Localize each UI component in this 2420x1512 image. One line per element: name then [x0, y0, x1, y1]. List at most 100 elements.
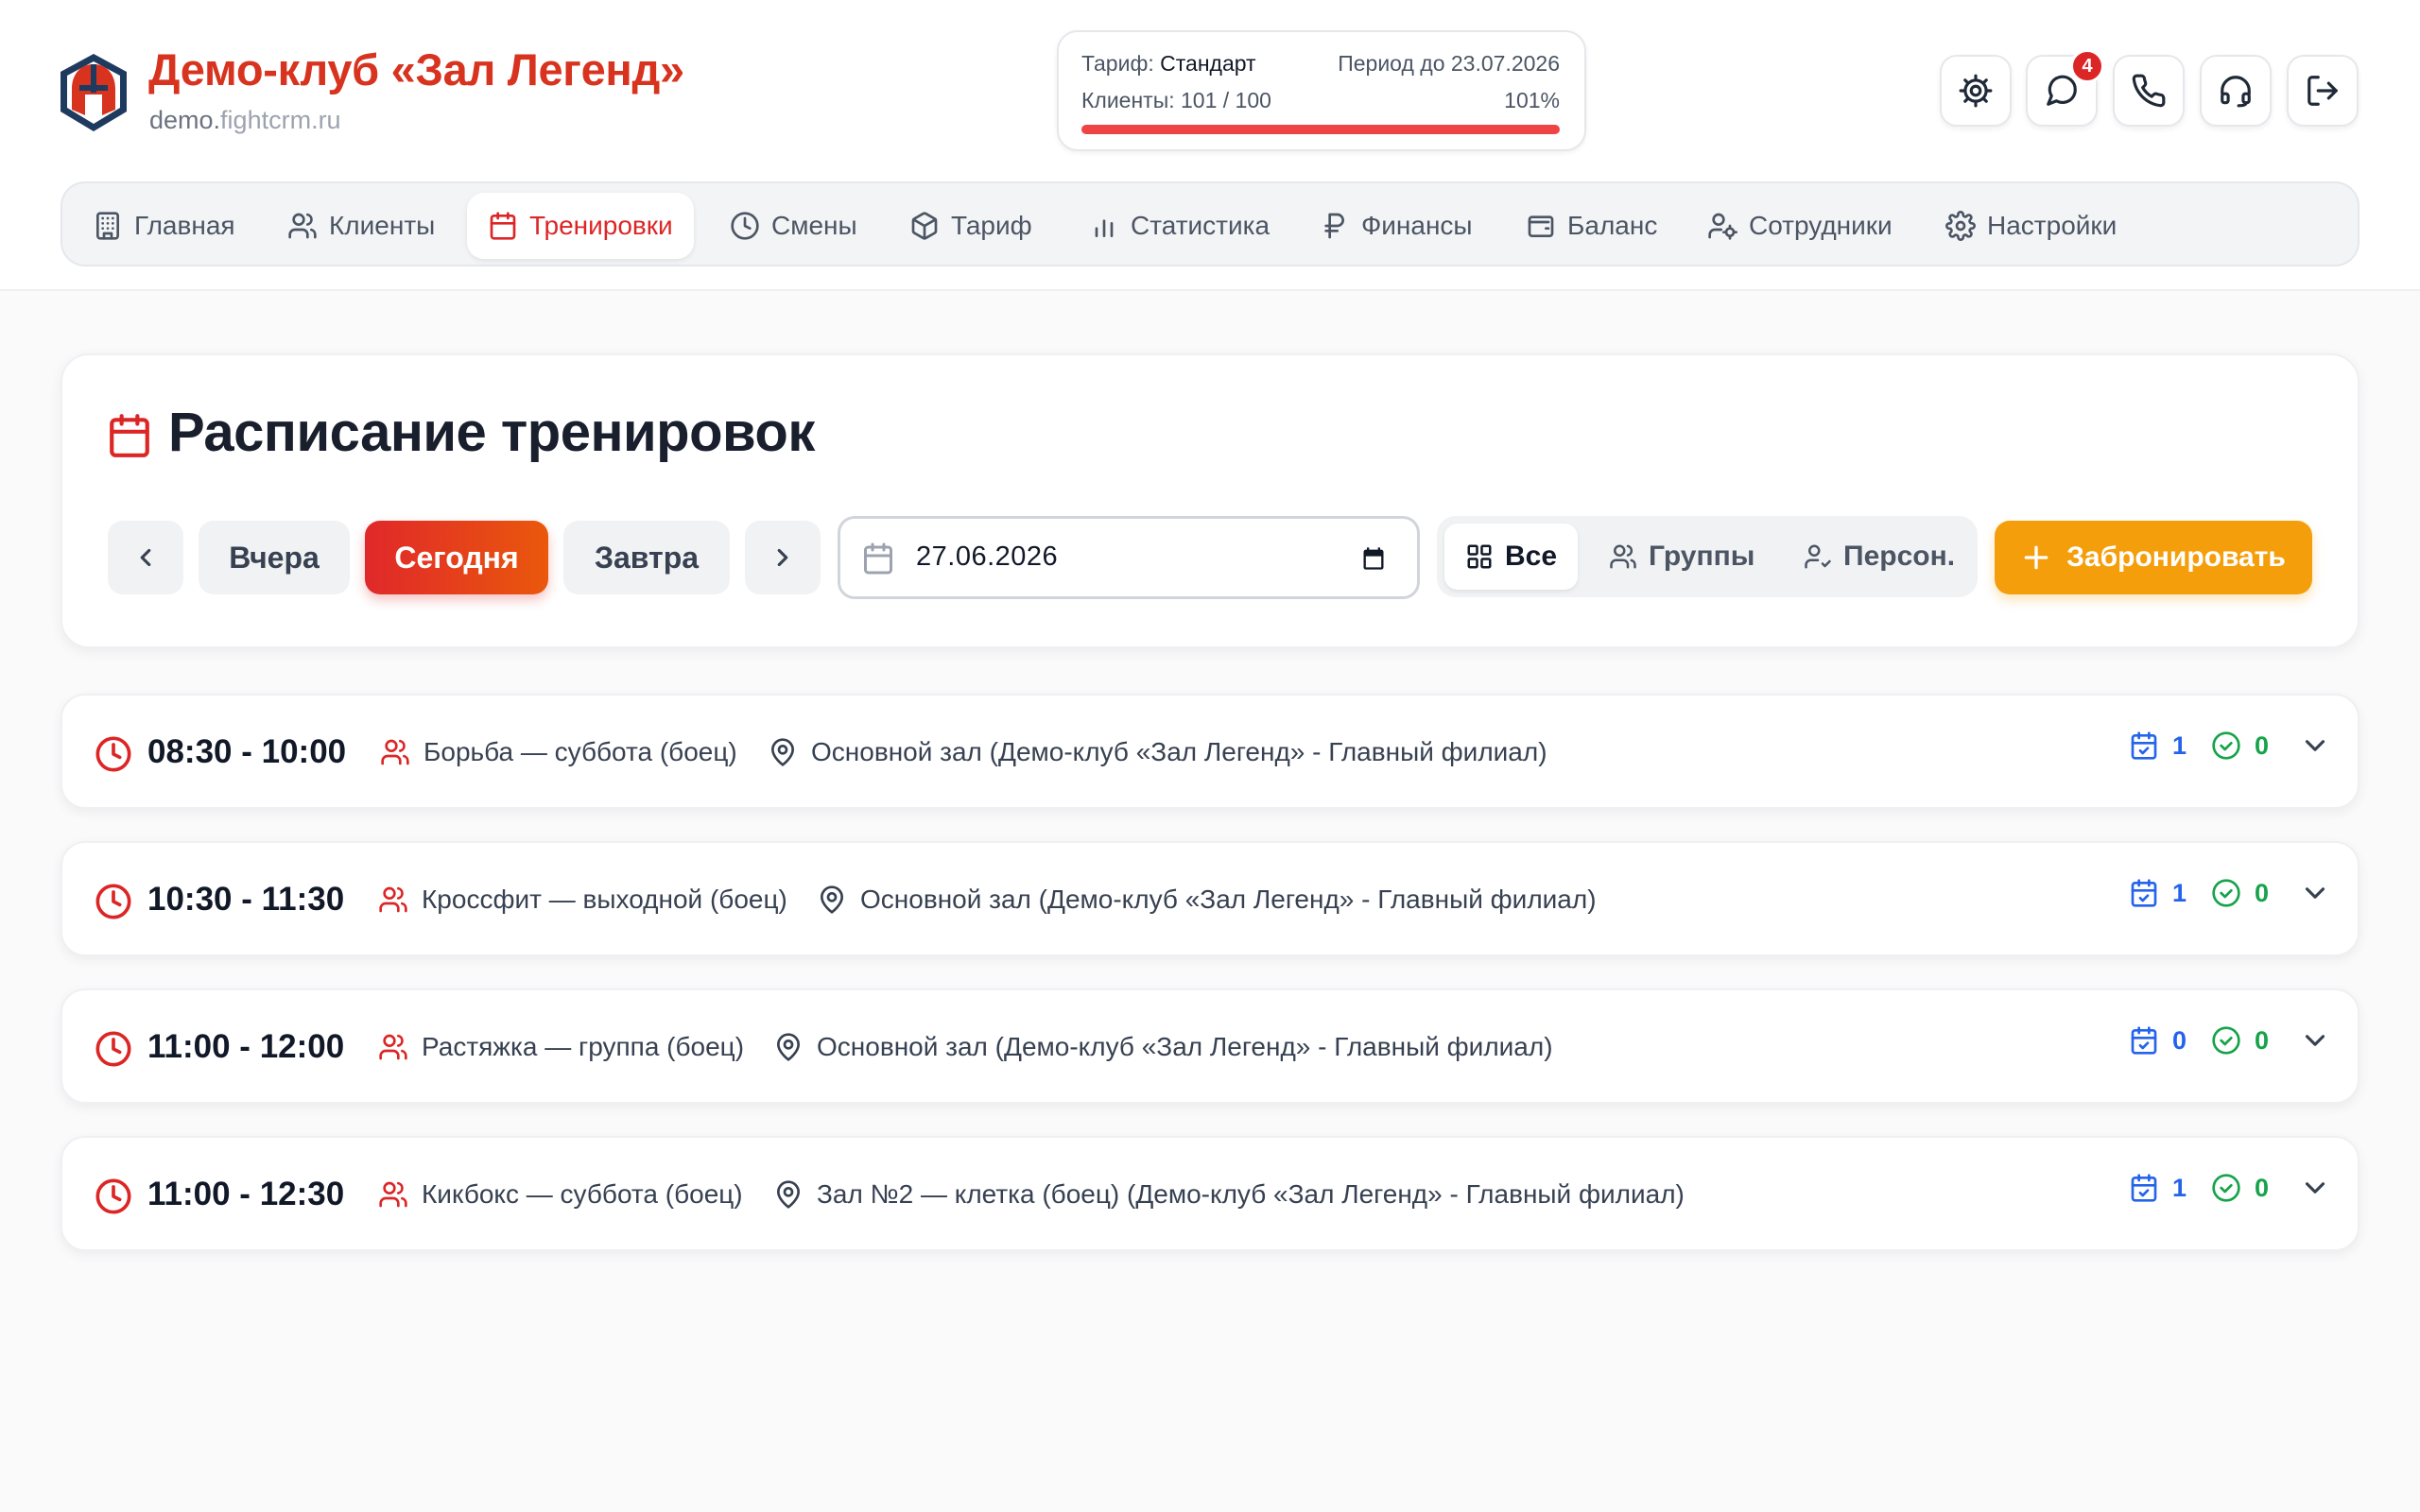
ruble-icon — [1320, 211, 1350, 241]
map-pin-icon — [768, 737, 798, 767]
session-name: Растяжка — группа (боец) — [378, 1032, 744, 1062]
users-icon — [287, 211, 318, 241]
next-day-button[interactable] — [745, 521, 821, 594]
calendar-check-icon — [2129, 730, 2159, 761]
calendar-check-icon — [2129, 878, 2159, 908]
chevron-down-icon[interactable] — [2299, 1024, 2331, 1057]
nav-item-settings[interactable]: Настройки — [1925, 193, 2137, 259]
book-button[interactable]: Забронировать — [1995, 521, 2312, 594]
bar-chart-icon — [1089, 211, 1119, 241]
booked-count: 1 — [2171, 730, 2187, 760]
gear-icon — [1958, 73, 1994, 109]
prev-day-button[interactable] — [108, 521, 183, 594]
settings-icon — [1945, 211, 1976, 241]
clients-value: 101 / 100 — [1181, 88, 1271, 112]
chevron-right-icon — [769, 543, 797, 572]
date-value: 27.06.2026 — [916, 541, 1059, 572]
calendar-icon — [488, 211, 518, 241]
session-time: 11:00 - 12:30 — [147, 1176, 345, 1212]
booked-count: 1 — [2171, 878, 2187, 907]
plan-widget[interactable]: Тариф: Стандарт Период до 23.07.2026 Кли… — [1057, 30, 1586, 151]
phone-button[interactable] — [2113, 55, 2185, 127]
users-icon — [1609, 542, 1637, 571]
nav-item-trainings[interactable]: Тренировки — [467, 193, 694, 259]
session-location: Зал №2 — клетка (боец) (Демо-клуб «Зал Л… — [773, 1179, 1685, 1210]
session-row[interactable]: 11:00 - 12:00 Растяжка — группа (боец) О… — [60, 988, 2360, 1104]
map-pin-icon — [773, 1032, 804, 1062]
nav-item-clients[interactable]: Клиенты — [267, 193, 456, 259]
wallet-icon — [1526, 211, 1556, 241]
check-circle-icon — [2211, 730, 2241, 761]
settings-gear-button[interactable] — [1940, 55, 2012, 127]
tariff-value: Стандарт — [1160, 51, 1256, 76]
check-circle-icon — [2211, 1173, 2241, 1203]
clock-icon — [95, 1030, 132, 1068]
attended-count: 0 — [2254, 730, 2269, 760]
session-location: Основной зал (Демо-клуб «Зал Легенд» - Г… — [773, 1032, 1553, 1062]
booked-count: 1 — [2171, 1173, 2187, 1202]
app-header: Демо-клуб «Зал Легенд» demo.fightcrm.ru … — [0, 0, 2420, 291]
notifications-badge: 4 — [2070, 49, 2104, 83]
calendar-icon — [106, 412, 153, 459]
session-row[interactable]: 10:30 - 11:30 Кроссфит — выходной (боец)… — [60, 841, 2360, 956]
clients-label: Клиенты: — [1081, 88, 1175, 112]
attended-count: 0 — [2254, 1173, 2269, 1202]
nav-item-finance[interactable]: Финансы — [1299, 193, 1494, 259]
clients-usage-percent: 101% — [1504, 88, 1560, 112]
nav-label: Клиенты — [329, 211, 436, 240]
nav-label: Статистика — [1131, 211, 1270, 240]
page-title: Расписание тренировок — [168, 402, 815, 463]
nav-item-balance[interactable]: Баланс — [1505, 193, 1678, 259]
session-location: Основной зал (Демо-клуб «Зал Легенд» - Г… — [768, 737, 1547, 767]
session-stats: 0 0 — [2129, 1024, 2331, 1057]
yesterday-button[interactable]: Вчера — [199, 521, 350, 594]
logout-button[interactable] — [2287, 55, 2359, 127]
users-icon — [378, 1032, 408, 1062]
building-icon — [93, 211, 123, 241]
tomorrow-button[interactable]: Завтра — [563, 521, 730, 594]
nav-item-shifts[interactable]: Смены — [709, 193, 878, 259]
schedule-card — [60, 353, 2360, 648]
chevron-down-icon[interactable] — [2299, 877, 2331, 909]
calendar-check-icon — [2129, 1025, 2159, 1056]
session-time: 08:30 - 10:00 — [147, 733, 347, 770]
user-check-icon — [1804, 542, 1832, 571]
filter-all-button[interactable]: Все — [1444, 524, 1579, 590]
today-button[interactable]: Сегодня — [365, 521, 548, 594]
chevron-left-icon — [131, 543, 160, 572]
nav-label: Настройки — [1987, 211, 2118, 240]
booked-count: 0 — [2171, 1025, 2187, 1055]
calendar-check-icon — [2129, 1173, 2159, 1203]
session-time: 10:30 - 11:30 — [147, 881, 345, 918]
nav-item-tariff[interactable]: Тариф — [889, 193, 1053, 259]
logout-icon — [2305, 73, 2341, 109]
nav-item-home[interactable]: Главная — [72, 193, 256, 259]
session-name: Кроссфит — выходной (боец) — [378, 885, 787, 915]
tariff-period: Период до 23.07.2026 — [1338, 51, 1560, 76]
support-button[interactable] — [2200, 55, 2272, 127]
box-icon — [909, 211, 940, 241]
session-row[interactable]: 11:00 - 12:30 Кикбокс — суббота (боец) З… — [60, 1136, 2360, 1251]
chevron-down-icon[interactable] — [2299, 1172, 2331, 1204]
session-location: Основной зал (Демо-клуб «Зал Легенд» - Г… — [817, 885, 1597, 915]
filter-groups-button[interactable]: Группы — [1588, 524, 1775, 590]
nav-label: Тренировки — [529, 211, 673, 240]
spartan-helmet-logo — [57, 51, 130, 134]
date-picker-input[interactable]: 27.06.2026 — [838, 516, 1420, 599]
nav-label: Тариф — [951, 211, 1032, 240]
session-row[interactable]: 08:30 - 10:00 Борьба — суббота (боец) Ос… — [60, 694, 2360, 809]
main-navigation: Главная Клиенты Тренировки Смены Тариф С… — [60, 181, 2360, 266]
nav-label: Смены — [771, 211, 857, 240]
session-stats: 1 0 — [2129, 730, 2331, 762]
session-stats: 1 0 — [2129, 877, 2331, 909]
club-domain[interactable]: demo.fightcrm.ru — [149, 106, 341, 135]
clients-usage-bar — [1081, 125, 1560, 134]
filter-personal-button[interactable]: Персон. — [1783, 524, 1976, 590]
clock-icon — [95, 1177, 132, 1215]
nav-label: Главная — [134, 211, 235, 240]
nav-item-staff[interactable]: Сотрудники — [1686, 193, 1913, 259]
chevron-down-icon[interactable] — [2299, 730, 2331, 762]
nav-item-statistics[interactable]: Статистика — [1068, 193, 1290, 259]
attended-count: 0 — [2254, 1025, 2269, 1055]
calendar-picker-icon[interactable] — [1360, 545, 1387, 572]
